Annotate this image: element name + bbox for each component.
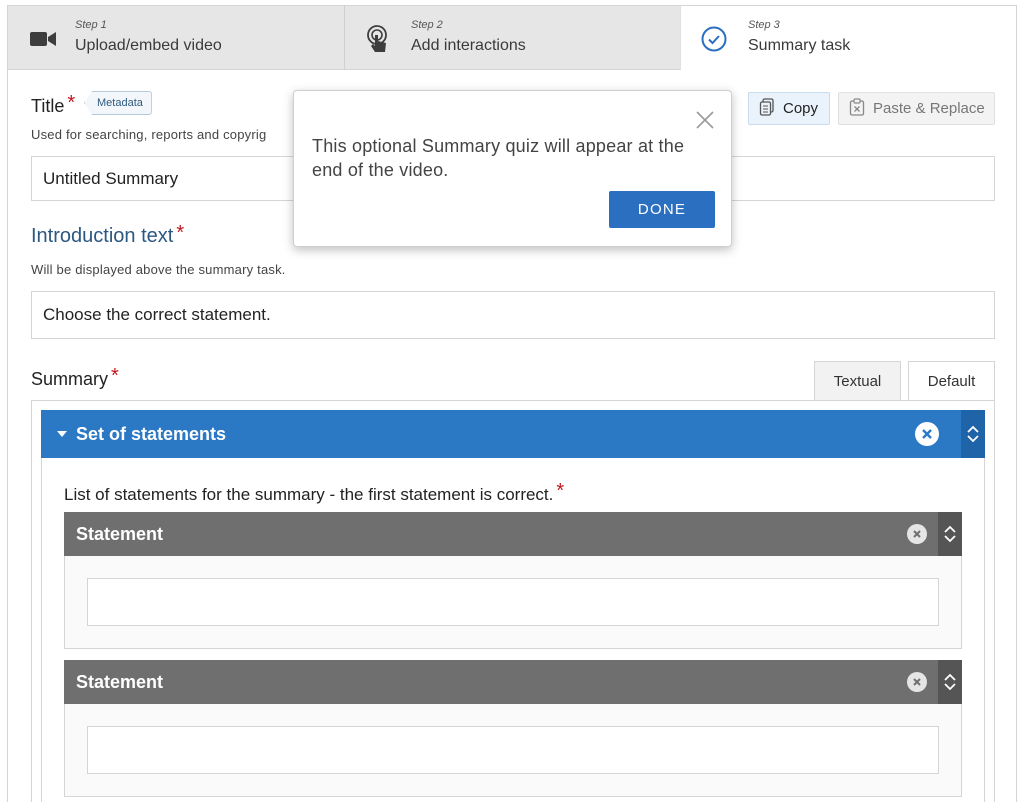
- move-down-icon[interactable]: [944, 535, 956, 543]
- copy-icon: [759, 97, 775, 120]
- step-3-number: Step 3: [748, 19, 780, 31]
- popup-message: This optional Summary quiz will appear a…: [312, 136, 685, 180]
- move-down-icon[interactable]: [944, 683, 956, 691]
- required-marker: *: [67, 92, 76, 114]
- move-down-icon[interactable]: [967, 435, 979, 443]
- tab-textual[interactable]: Textual: [814, 361, 901, 401]
- statement-input[interactable]: [87, 578, 939, 626]
- required-marker: *: [111, 365, 119, 387]
- statements-list-label: List of statements for the summary - the…: [64, 480, 565, 504]
- required-marker: *: [176, 222, 185, 244]
- collapse-caret-icon[interactable]: [57, 431, 67, 437]
- summary-label: Summary *: [31, 365, 119, 389]
- done-button[interactable]: DONE: [609, 191, 715, 228]
- statement-title: Statement: [76, 671, 164, 692]
- statement-body: [64, 704, 962, 797]
- introduction-text-label: Introduction text *: [31, 222, 185, 247]
- remove-statement-icon[interactable]: [907, 524, 927, 544]
- introduction-input[interactable]: Choose the correct statement.: [31, 291, 995, 339]
- copy-button[interactable]: Copy: [748, 92, 830, 125]
- statement-title: Statement: [76, 523, 164, 544]
- tab-default[interactable]: Default: [908, 361, 995, 401]
- check-circle-icon: [699, 24, 729, 54]
- step-3-tab[interactable]: Step 3 Summary task: [680, 6, 1016, 70]
- statement-header[interactable]: Statement: [64, 660, 962, 704]
- video-camera-icon: [28, 24, 58, 54]
- title-label: Title *: [31, 92, 76, 116]
- copy-label: Copy: [783, 100, 819, 117]
- reorder-arrows: [961, 410, 985, 458]
- set-of-statements-title: Set of statements: [76, 423, 227, 444]
- steps-bar: Step 1 Upload/embed video Step 2 Add int…: [8, 6, 1016, 70]
- remove-statement-icon[interactable]: [907, 672, 927, 692]
- editor-frame: Step 1 Upload/embed video Step 2 Add int…: [7, 5, 1017, 802]
- reorder-arrows: [938, 512, 962, 556]
- summary-info-popup: This optional Summary quiz will appear a…: [293, 90, 732, 247]
- touch-icon: [363, 24, 393, 54]
- title-description: Used for searching, reports and copyrig: [31, 127, 267, 142]
- move-up-icon[interactable]: [967, 425, 979, 433]
- statement-input[interactable]: [87, 726, 939, 774]
- metadata-button[interactable]: Metadata: [84, 91, 152, 115]
- remove-set-icon[interactable]: [915, 422, 939, 446]
- required-marker: *: [556, 480, 565, 502]
- reorder-arrows: [938, 660, 962, 704]
- step-1-title: Upload/embed video: [75, 37, 222, 54]
- set-of-statements-header[interactable]: Set of statements: [41, 410, 985, 458]
- step-3-title: Summary task: [748, 37, 851, 54]
- step-2-tab[interactable]: Step 2 Add interactions: [344, 6, 680, 70]
- step-2-title: Add interactions: [411, 37, 526, 54]
- move-up-icon[interactable]: [944, 673, 956, 681]
- paste-replace-label: Paste & Replace: [873, 100, 985, 117]
- statement-header[interactable]: Statement: [64, 512, 962, 556]
- close-icon[interactable]: [694, 109, 716, 131]
- step-1-number: Step 1: [75, 19, 107, 31]
- introduction-description: Will be displayed above the summary task…: [31, 262, 286, 277]
- move-up-icon[interactable]: [944, 525, 956, 533]
- paste-replace-icon: [849, 97, 865, 120]
- paste-replace-button[interactable]: Paste & Replace: [838, 92, 995, 125]
- statement-body: [64, 556, 962, 649]
- step-2-number: Step 2: [411, 19, 443, 31]
- step-1-tab[interactable]: Step 1 Upload/embed video: [8, 6, 344, 70]
